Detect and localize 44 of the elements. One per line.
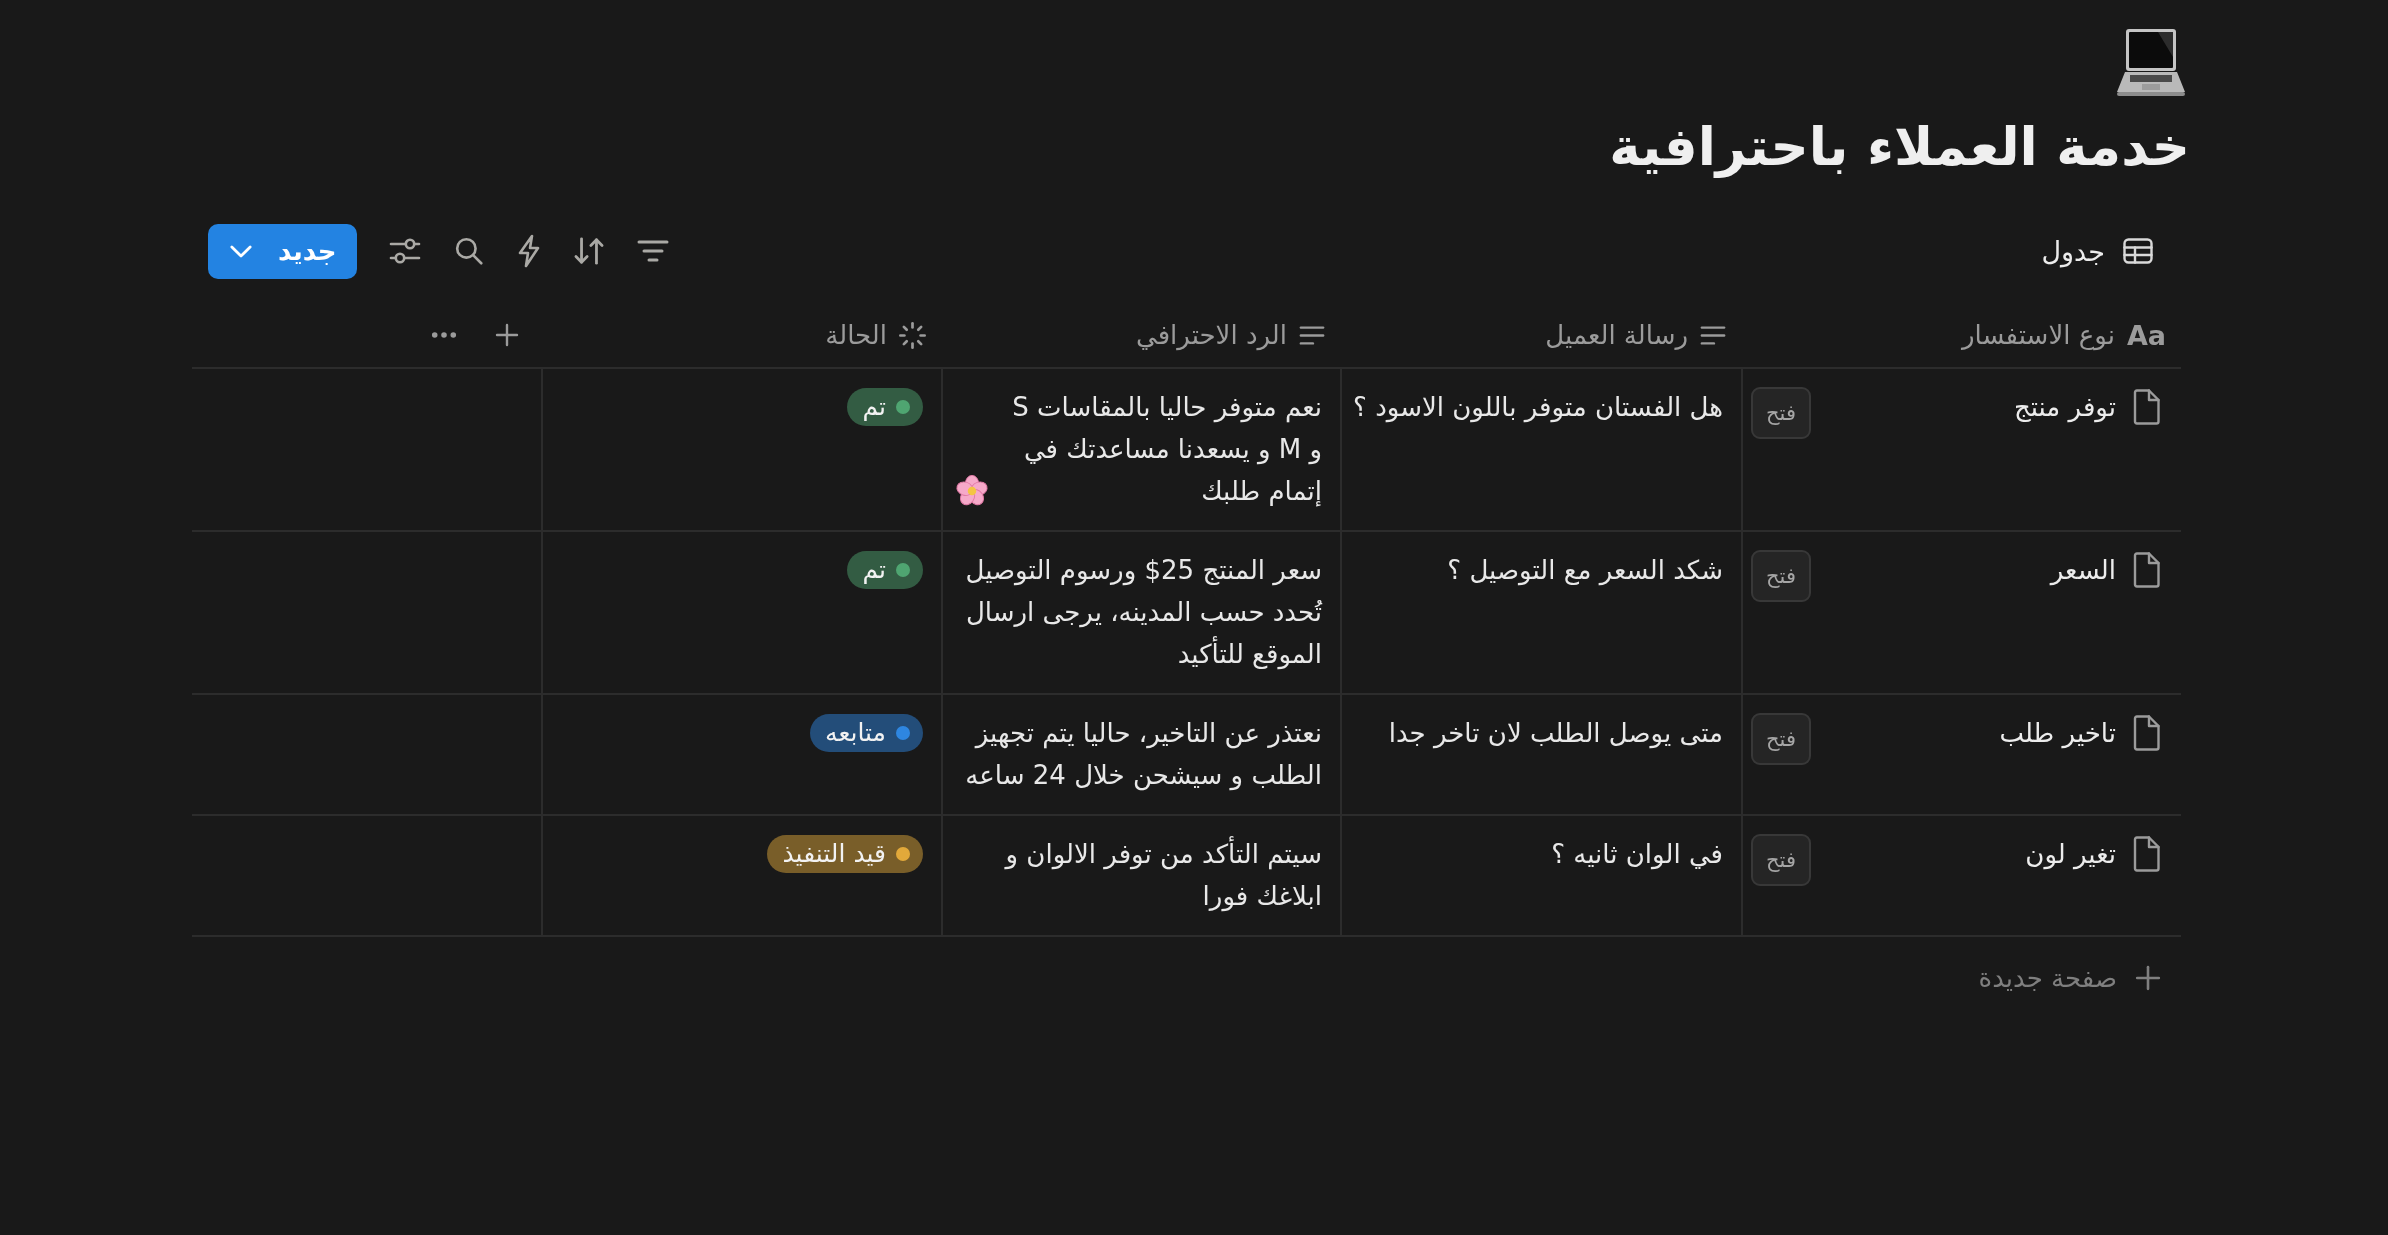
dashed-circle-icon	[899, 321, 926, 349]
chevron-down-icon[interactable]	[230, 244, 252, 258]
table-icon	[2123, 238, 2153, 264]
new-button[interactable]: جديد	[208, 223, 357, 279]
plus-icon[interactable]	[495, 323, 519, 347]
page-icon	[2132, 715, 2160, 751]
open-button[interactable]: فتح	[1751, 550, 1811, 602]
status-label: متابعه	[825, 717, 886, 749]
row-title[interactable]: تاخير طلب	[1999, 712, 2116, 754]
column-header[interactable]: رسالة العميل	[1340, 303, 1741, 367]
customer-message: في الوان ثانيه ؟	[1551, 839, 1723, 869]
page-icon	[2132, 552, 2160, 588]
status-label: قيد التنفيذ	[782, 838, 886, 870]
reply-text: نعم متوفر حاليا بالمقاسات S و M و يسعدنا مساعدتك في إتمام طلبك	[1011, 391, 1322, 509]
new-page-button[interactable]: صفحة جديدة	[1958, 955, 2181, 1001]
sort-icon[interactable]	[572, 237, 605, 265]
text-lines-icon	[1700, 324, 1726, 346]
lightning-icon[interactable]	[516, 234, 541, 268]
row-title[interactable]: السعر	[2050, 549, 2116, 591]
laptop-icon	[2116, 27, 2186, 97]
more-icon[interactable]	[431, 331, 457, 339]
status-label: تم	[862, 391, 886, 423]
open-button[interactable]: فتح	[1751, 387, 1811, 439]
plus-icon[interactable]	[2135, 965, 2161, 991]
reply-text: نعتذر عن التاخير، حاليا يتم تجهيز الطلب و سيشحن خلال 24 ساعه	[964, 717, 1322, 793]
customer-message: متى يوصل الطلب لان تاخر جدا	[1388, 718, 1723, 748]
page-title: خدمة العملاء باحترافية	[1609, 115, 2190, 180]
customer-message: هل الفستان متوفر باللون الاسود ؟	[1353, 392, 1723, 422]
page-icon	[2132, 389, 2160, 425]
column-header[interactable]: الرد الاحترافي	[941, 303, 1340, 367]
row-title[interactable]: توفر منتج	[2013, 386, 2116, 428]
open-button[interactable]: فتح	[1751, 713, 1811, 765]
row-title[interactable]: تغير لون	[2025, 833, 2116, 875]
open-button[interactable]: فتح	[1751, 834, 1811, 886]
reply-text: سعر المنتج 25$ ورسوم التوصيل تُحدد حسب المدينه، يرجى ارسال الموقع للتأكيد	[964, 554, 1322, 672]
text-lines-icon	[1299, 324, 1325, 346]
view-tab[interactable]: جدول	[2027, 229, 2181, 273]
type-glyph: Aa	[2126, 319, 2166, 351]
customer-message: شكد السعر مع التوصيل ؟	[1447, 555, 1723, 585]
reply-text: سيتم التأكد من توفر الالوان و ابلاغك فورا	[955, 833, 1322, 917]
page-icon	[2132, 836, 2160, 872]
column-header[interactable]: الحالة	[541, 303, 941, 367]
status-label: تم	[862, 554, 886, 586]
sliders-icon[interactable]	[388, 237, 421, 265]
